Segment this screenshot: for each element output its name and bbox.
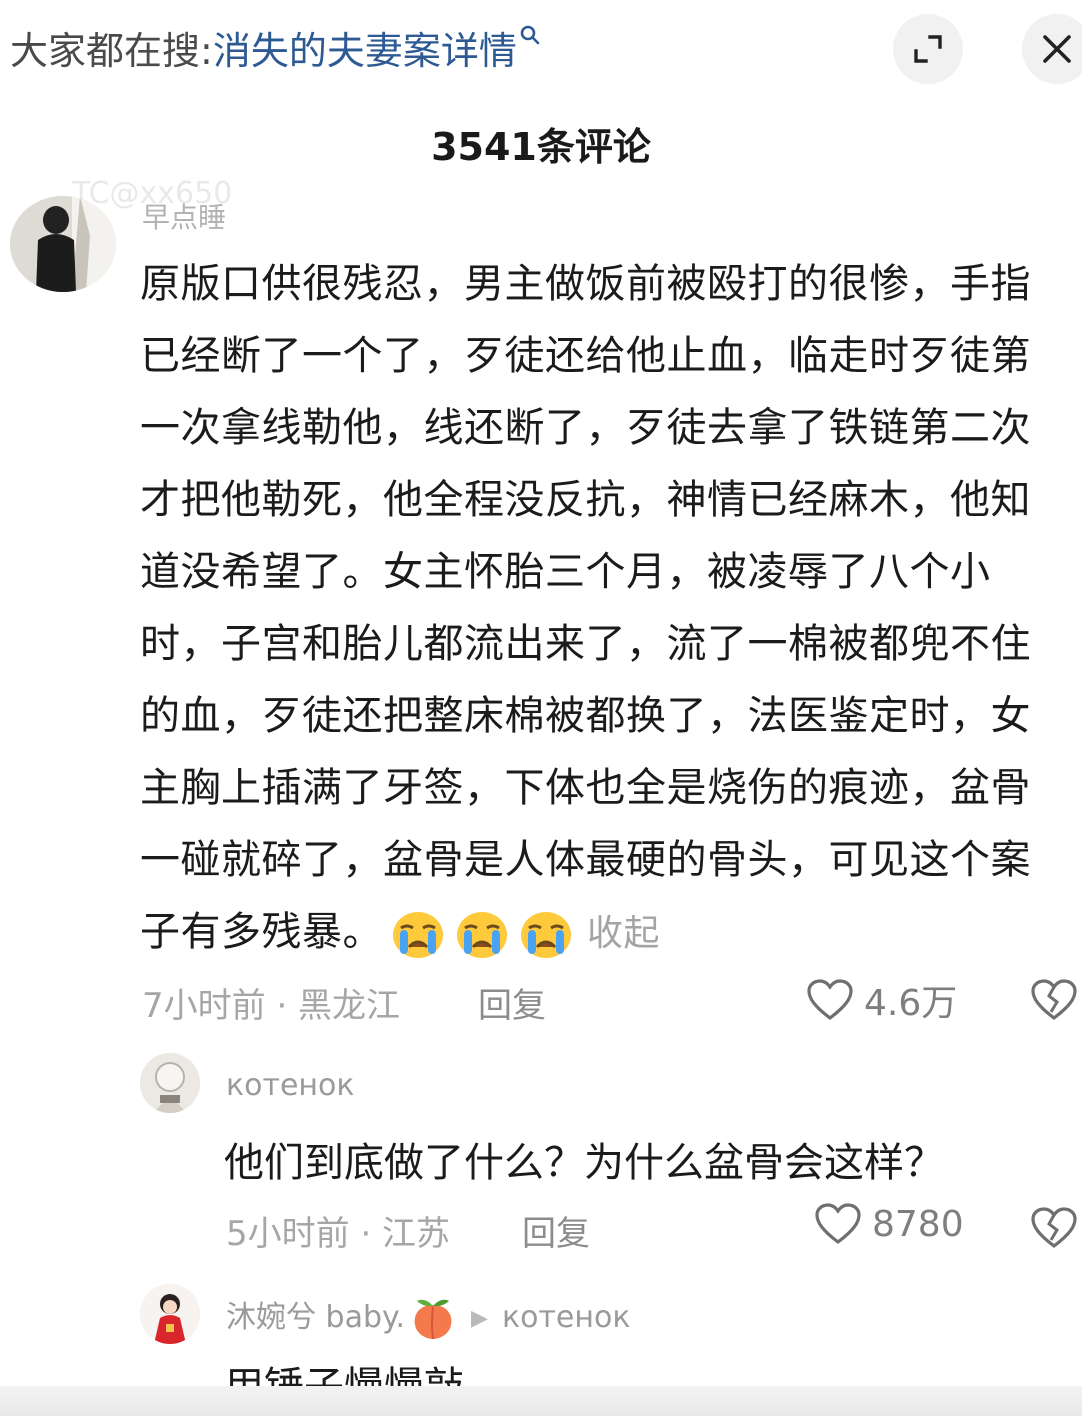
collapse-button[interactable]: 收起 [587,913,660,954]
heart-icon [807,979,853,1021]
reply-header: 沐婉兮 baby. ▶ котенок [226,1292,630,1341]
search-icon [519,24,541,52]
comment-body: 原版口供很残忍，男主做饭前被殴打的很惨，手指已经断了一个了，歹徒还给他止血，临走… [140,261,1031,955]
reply-meta: 5小时前 · 江苏 [226,1214,451,1254]
comment-count: 3541条评论 [431,125,651,169]
reply-username[interactable]: котенок [226,1068,355,1103]
avatar[interactable] [140,1284,200,1344]
expand-icon [914,35,942,63]
crying-face-icon [393,912,443,958]
comment-username[interactable]: 早点睡 [142,196,226,236]
comment-text: 原版口供很残忍，男主做饭前被殴打的很惨，手指已经断了一个了，歹徒还给他止血，临走… [140,248,1060,970]
like-count: 8780 [872,1203,964,1245]
reply-button[interactable]: 回复 [522,1206,590,1255]
search-suggestion-term[interactable]: 消失的夫妻案详情 [213,20,517,75]
reply-button[interactable]: 回复 [478,978,546,1027]
expand-button[interactable] [893,14,963,84]
reply-arrow-icon: ▶ [471,1306,488,1331]
broken-heart-icon[interactable] [1030,978,1078,1022]
like-button[interactable]: 4.6万 [806,974,957,1026]
close-icon [1043,35,1071,63]
avatar[interactable] [140,1053,200,1113]
bottom-bar [0,1386,1082,1416]
search-suggestion-prefix: 大家都在搜: [10,28,213,73]
heart-icon [815,1203,861,1245]
crying-face-icon [521,912,571,958]
broken-heart-icon[interactable] [1030,1206,1078,1250]
like-button[interactable]: 8780 [814,1202,964,1246]
reply-username[interactable]: 沐婉兮 baby. [226,1300,405,1335]
avatar[interactable] [10,196,116,292]
comment-meta: 7小时前 · 黑龙江 [142,986,401,1026]
peach-icon [414,1299,452,1339]
reply-to-username[interactable]: котенок [502,1300,631,1335]
close-button[interactable] [1022,14,1082,84]
emoji-row [391,909,573,959]
reply-text: 他们到底做了什么？为什么盆骨会这样？ [224,1140,944,1186]
crying-face-icon [457,912,507,958]
search-suggestion[interactable]: 大家都在搜: 消失的夫妻案详情 [10,20,541,75]
like-count: 4.6万 [864,983,958,1024]
